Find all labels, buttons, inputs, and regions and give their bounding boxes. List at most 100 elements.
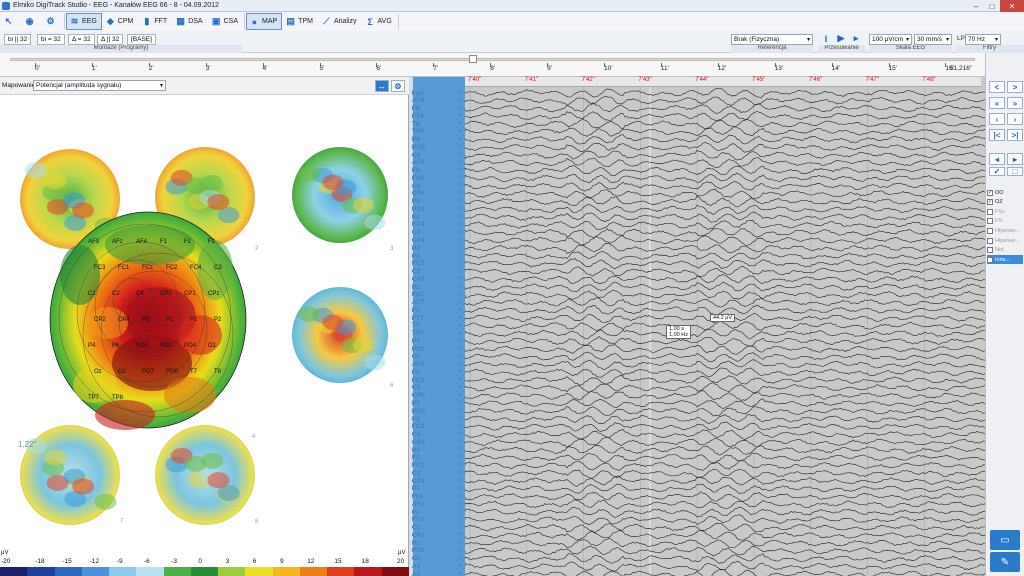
checkbox-checked-icon[interactable]: ✓: [987, 189, 993, 196]
montage-button-1[interactable]: bi = 32: [37, 34, 65, 45]
eeg-trace: [465, 281, 985, 292]
reference-select[interactable]: Brak (Fizyczna): [731, 34, 813, 45]
fft-icon: ▮: [144, 16, 150, 26]
electrode-label: POz: [160, 343, 172, 349]
checkbox-checked-icon[interactable]: ✓: [987, 199, 993, 206]
eeg-trace: [465, 460, 985, 472]
toolbar-avg-button[interactable]: Σ AVG: [362, 13, 397, 30]
event-filter-row[interactable]: FS-: [987, 217, 1023, 226]
maximize-button[interactable]: □: [984, 0, 1000, 12]
eeg-trace: [465, 235, 985, 246]
nav-page-next-icon[interactable]: »: [1007, 97, 1023, 109]
map-settings-icon[interactable]: ⚙: [391, 80, 405, 92]
ruler-tool-icon[interactable]: ▭: [990, 530, 1020, 550]
colorbar-tick: 12: [307, 558, 315, 565]
checkbox-empty-icon[interactable]: [987, 218, 993, 225]
nav-seg-next-icon[interactable]: ›: [1007, 113, 1023, 125]
electrode-label: AF3: [88, 239, 100, 245]
toolbar-eeg-button[interactable]: ≋ EEG: [66, 13, 102, 30]
dsa-icon: ▦: [176, 16, 185, 26]
nav-prev-icon[interactable]: <: [989, 81, 1005, 93]
reference-label: Referencja: [731, 45, 813, 53]
time-scrollbar[interactable]: [10, 58, 975, 61]
montage-section-label: Montaże (Programy): [0, 45, 242, 53]
minimize-button[interactable]: –: [968, 0, 984, 12]
montage-button-3[interactable]: Δ || 32: [97, 34, 124, 45]
eeg-trace: [465, 297, 985, 308]
checkbox-empty-icon[interactable]: [987, 237, 993, 244]
electrode-label: FC3: [94, 265, 106, 271]
toolbar-cpm-button[interactable]: ◆ CPM: [102, 13, 139, 30]
ruler-tick: 10': [604, 65, 613, 72]
speed-select[interactable]: 30 mm/s: [914, 34, 952, 45]
event-check-icon[interactable]: ✓: [989, 167, 1005, 176]
electrode-label: TP8: [112, 395, 124, 401]
gear-icon: ⚙: [46, 16, 55, 26]
colorbar-tick: -9: [116, 558, 123, 565]
nav-next-icon[interactable]: >: [1007, 81, 1023, 93]
montage-button-2[interactable]: Δ = 32: [68, 34, 95, 45]
toolbar-analizy-button[interactable]: ⟋ Analizy: [318, 13, 362, 30]
mapping-select[interactable]: Potencjał (amplituda sygnału): [33, 80, 166, 91]
toolbar-cursor-button[interactable]: ↖: [0, 13, 21, 30]
eeg-traces[interactable]: [465, 77, 985, 576]
time-marker: 7'40": [468, 77, 482, 83]
lp-select[interactable]: 70 Hz: [965, 34, 1001, 45]
event-next-icon[interactable]: ▸: [1007, 153, 1023, 165]
scrollbar-thumb[interactable]: [469, 55, 477, 63]
checkbox-empty-icon[interactable]: [987, 208, 993, 215]
electrode-label: FC2: [166, 265, 178, 271]
event-filter-row[interactable]: ✓ OZ: [987, 198, 1023, 207]
checkbox-empty-icon[interactable]: [987, 256, 993, 263]
checkbox-label: FS-: [995, 218, 1004, 225]
checkbox-empty-icon[interactable]: [987, 247, 993, 254]
montage-button-4[interactable]: [BASE]: [127, 34, 156, 45]
eeg-icon: ≋: [70, 16, 79, 26]
event-filter-row[interactable]: ✓ OO: [987, 188, 1023, 197]
montage-button-0[interactable]: bi || 32: [4, 34, 32, 45]
ruler-tick: 15': [888, 65, 897, 72]
mapping-row: Mapowanie: Potencjał (amplituda sygnału)…: [0, 77, 409, 95]
cursor-mode-icon[interactable]: I: [820, 33, 832, 44]
event-filter-row[interactable]: Hiperwe...: [987, 236, 1023, 245]
nav-first-icon[interactable]: |<: [989, 129, 1005, 141]
play-step-icon[interactable]: ▸: [850, 33, 862, 44]
toolbar-tpm-button[interactable]: ▤ TPM: [282, 13, 318, 30]
eeg-trace: [465, 545, 985, 557]
checkbox-label: Not.: [995, 247, 1006, 254]
eeg-trace: [465, 204, 985, 215]
eeg-trace: [465, 164, 985, 176]
toolbar-csa-button[interactable]: ▣ CSA: [208, 13, 243, 30]
play-icon[interactable]: ▶: [835, 33, 847, 44]
event-filter-row[interactable]: Not.: [987, 246, 1023, 255]
map-number: 7: [120, 519, 124, 525]
toolbar-dsa-button[interactable]: ▦ DSA: [172, 13, 207, 30]
eeg-trace: [465, 367, 985, 378]
fit-width-icon[interactable]: ↔: [375, 80, 389, 92]
toolbar-map-button[interactable]: ● MAP: [246, 13, 283, 30]
electrode-label: CP3: [160, 291, 172, 297]
colorbar-tick: 20: [397, 558, 405, 565]
sensitivity-select[interactable]: 100 μV/cm: [869, 34, 912, 45]
lp-label: LP: [957, 35, 965, 42]
nav-page-prev-icon[interactable]: «: [989, 97, 1005, 109]
event-prev-icon[interactable]: ◂: [989, 153, 1005, 165]
toolbar-label: CSA: [223, 18, 238, 25]
toolbar-eye-button[interactable]: ◉: [21, 13, 42, 30]
event-filter-row[interactable]: Inne...: [987, 255, 1023, 265]
toolbar-gear-button[interactable]: ⚙: [42, 13, 63, 30]
nav-seg-prev-icon[interactable]: ‹: [989, 113, 1005, 125]
colorbar-tick: -15: [62, 558, 72, 565]
event-box-icon[interactable]: □: [1007, 167, 1023, 176]
csa-icon: ▣: [211, 16, 221, 26]
nav-last-icon[interactable]: >|: [1007, 129, 1023, 141]
edit-pen-icon[interactable]: ✎: [990, 552, 1020, 572]
close-button[interactable]: ✕: [1000, 0, 1024, 12]
checkbox-empty-icon[interactable]: [987, 227, 993, 234]
event-filter-row[interactable]: Hiperwe...: [987, 226, 1023, 235]
toolbar-fft-button[interactable]: ▮ FFT: [138, 13, 172, 30]
eeg-trace: [465, 196, 985, 208]
event-filter-row[interactable]: FS+: [987, 207, 1023, 216]
toolbar-label: EEG: [82, 18, 97, 25]
time-ruler[interactable]: 51,216" 0' 1' 2' 3' 4' 5' 6' 7' 8' 9' 10' 11' 12' 13'…: [0, 53, 985, 77]
